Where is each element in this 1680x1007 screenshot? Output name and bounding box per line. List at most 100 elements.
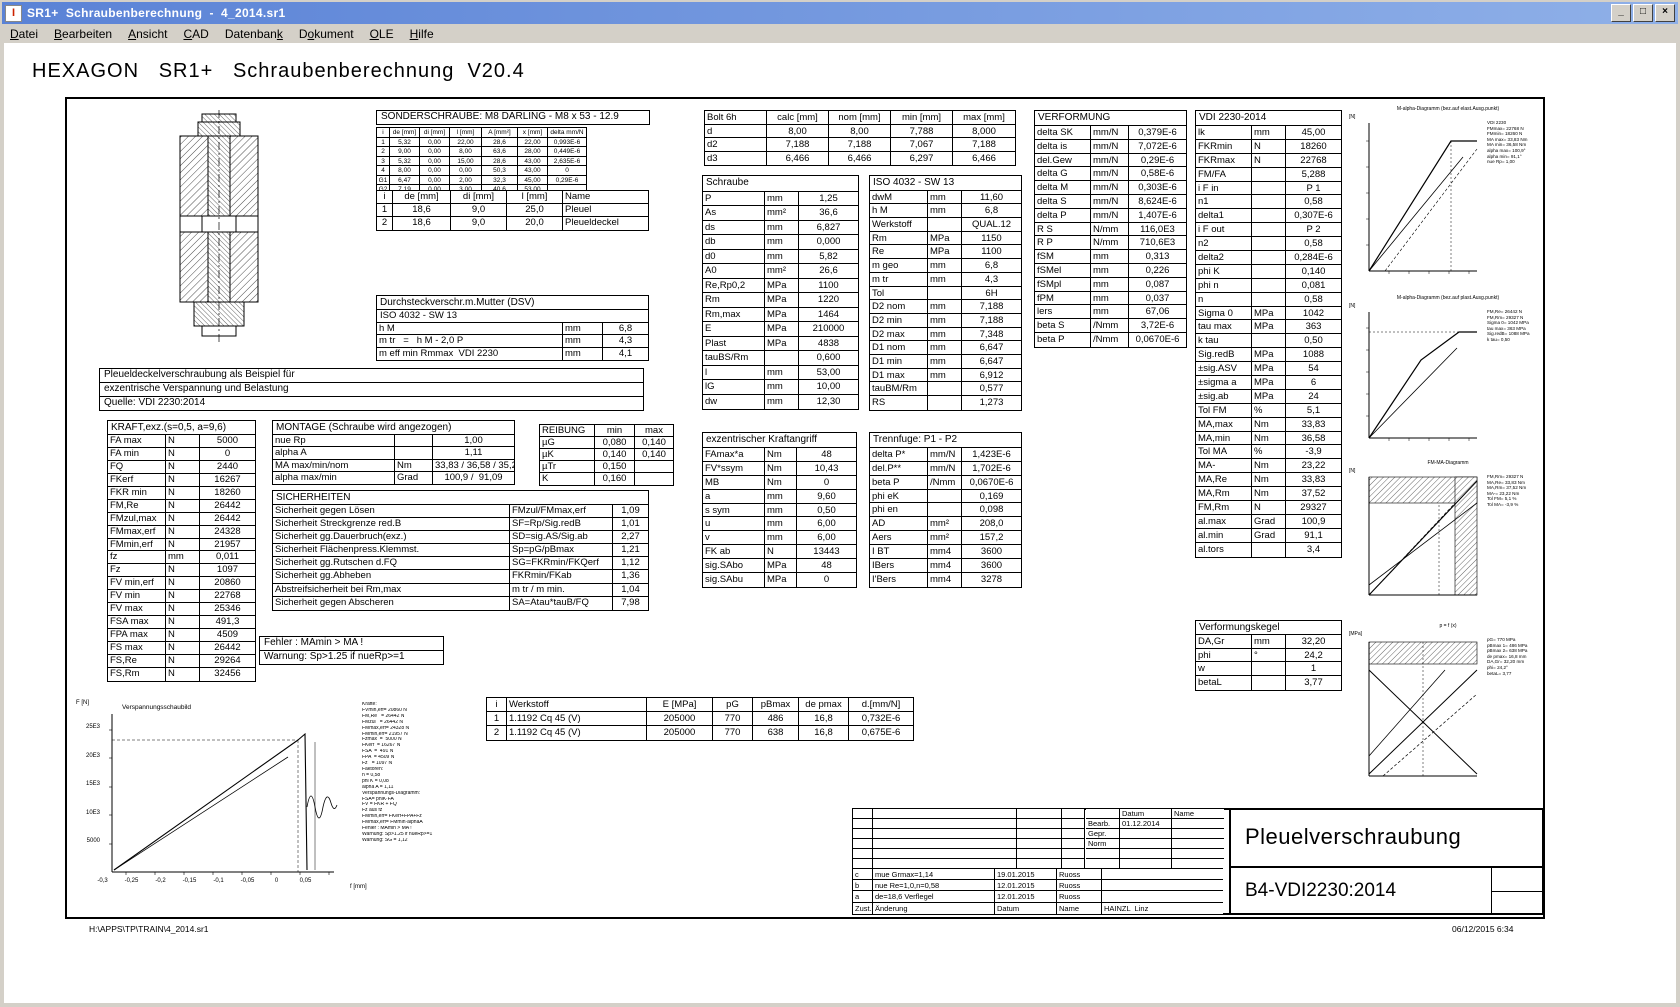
column-header: i (377, 191, 393, 203)
table-cell: mm/N (1091, 154, 1129, 167)
table-row: 118,69,025,0Pleuel (377, 204, 648, 217)
table-cell: 2,635E-6 (548, 157, 586, 166)
table-cell (1120, 849, 1172, 858)
table-cell: 53,00 (799, 366, 858, 380)
table-row: FV minN22768 (108, 590, 255, 603)
table-cell: d (705, 125, 767, 138)
table-cell: FKR min (108, 487, 166, 499)
table-cell: 0,58 (1286, 293, 1341, 306)
table-cell: µTr (540, 461, 595, 472)
menu-item-dokument[interactable]: Dokument (291, 26, 362, 42)
menu-item-bearbeiten[interactable]: Bearbeiten (46, 26, 120, 42)
table-row: Rm,maxMPa1464 (703, 308, 858, 323)
table-cell: mm² (765, 264, 799, 278)
table-cell: 770 (713, 712, 753, 725)
menu-item-hilfe[interactable]: Hilfe (402, 26, 442, 42)
table-row: sig.SAboMPa48 (703, 559, 856, 573)
table-cell: 1,11 (433, 447, 514, 458)
chart-plot (1359, 119, 1481, 283)
table-cell: fSM (1035, 250, 1091, 263)
table-cell: N (765, 545, 797, 558)
table-cell: 0,303E-6 (1129, 181, 1186, 194)
table-cell: 2 (487, 726, 507, 740)
table-cell (1252, 195, 1286, 208)
vdi2230-table: VDI 2230-2014 lkmm45,00FKRminN18260FKRma… (1195, 110, 1342, 558)
table-row: cmue Grmax=1,1419.01.2015Ruoss (853, 869, 1223, 880)
column-header: pBmax (753, 698, 799, 711)
table-cell: 0,169 (962, 490, 1021, 503)
table-cell: 54 (1286, 362, 1341, 375)
table-cell: 22768 (1286, 154, 1341, 167)
table-row: 48,000,000,0050,343,000 (377, 166, 586, 176)
table-cell: 1,04 (613, 584, 648, 596)
table-cell: 32456 (200, 668, 255, 681)
menu-item-ole[interactable]: OLE (362, 26, 402, 42)
table-cell: 7,788 (891, 125, 953, 138)
minimize-button[interactable]: _ (1611, 4, 1631, 22)
table-row: al.tors3,4 (1196, 543, 1341, 557)
table-cell: FMmax,erf (108, 526, 166, 538)
table-cell: mm (928, 355, 962, 368)
verformungskegel-table: Verformungskegel DA,Grmm32,20phi°24,2w1b… (1195, 620, 1342, 691)
table-cell (1120, 839, 1172, 848)
table-cell: 1100 (799, 279, 858, 293)
table-cell: N (166, 474, 200, 486)
table-cell: k tau (1196, 334, 1252, 347)
table-cell: 16,8 (799, 712, 849, 725)
table-cell: 1464 (799, 308, 858, 322)
table-row: G16,470,002,0032,345,000,29E-6 (377, 176, 586, 186)
dsv-title: Durchsteckverschr.m.Mutter (DSV) (377, 296, 648, 310)
text-line: -0,1 (204, 878, 233, 884)
menu-item-cad[interactable]: CAD (175, 26, 216, 42)
titleblock-small-cell (1491, 868, 1542, 892)
table-row: D2 minmm7,188 (870, 314, 1021, 328)
close-button[interactable]: × (1655, 4, 1675, 22)
table-row: tauBS/Rm0,600 (703, 351, 858, 366)
title-bar[interactable]: I SR1+ Schraubenberechnung - 4_2014.sr1 … (2, 2, 1678, 24)
menu-item-datenbank[interactable]: Datenbank (217, 26, 291, 42)
table-cell: 0,140 (595, 449, 635, 460)
table-cell: phi K (1196, 265, 1252, 278)
table-row (853, 849, 1084, 859)
column-header: calc [mm] (767, 111, 829, 124)
table-row: FS maxN26442 (108, 642, 255, 655)
table-cell: sig.SAbu (703, 573, 765, 587)
table-cell: 0,58 (1286, 195, 1341, 208)
table-row: fzmm0,011 (108, 551, 255, 564)
maximize-button[interactable]: □ (1633, 4, 1653, 22)
text-line: 0 (262, 878, 291, 884)
table-row: alpha max/minGrad100,9 / 91,09 (273, 472, 514, 484)
table-cell (1086, 849, 1120, 858)
table-row: Sicherheit Streckgrenze red.BSF=Rp/Sig.r… (273, 518, 648, 531)
table-cell: 18,6 (393, 204, 451, 216)
table-row: dbmm0,000 (703, 235, 858, 250)
table-cell: 26442 (200, 500, 255, 512)
table-cell (928, 287, 962, 300)
table-cell: 0,140 (635, 449, 673, 460)
menu-item-ansicht[interactable]: Ansicht (120, 26, 175, 42)
table-cell: mm (765, 221, 799, 235)
table-row: FMzul,maxN26442 (108, 513, 255, 526)
page-title: HEXAGON SR1+ Schraubenberechnung V20.4 (32, 60, 525, 83)
table-cell: FM/FA (1196, 168, 1252, 181)
table-cell: Nm (765, 462, 797, 475)
text-line: Warnung: SG = 1,12 (362, 838, 462, 844)
table-cell: 8,000 (953, 125, 1015, 138)
table-cell: 8,624E-6 (1129, 195, 1186, 208)
table-cell: AD (870, 517, 928, 530)
table-cell: beta P (870, 476, 928, 489)
table-row: FA minN0 (108, 448, 255, 461)
table-cell: 363 (1286, 320, 1341, 333)
menu-item-datei[interactable]: Datei (2, 26, 46, 42)
text-line: k tau= 0,50 (1487, 337, 1545, 343)
table-cell (1102, 891, 1223, 901)
table-cell: mm (928, 341, 962, 354)
table-cell: Aers (870, 531, 928, 544)
table-cell (1120, 829, 1172, 838)
text-line: -0,2 (146, 878, 175, 884)
table-cell: MPa (928, 232, 962, 245)
table-cell: alpha A (273, 447, 395, 458)
table-row: FV min,erfN20860 (108, 577, 255, 590)
table-row: EMPa210000 (703, 322, 858, 337)
table-row (1086, 849, 1224, 859)
